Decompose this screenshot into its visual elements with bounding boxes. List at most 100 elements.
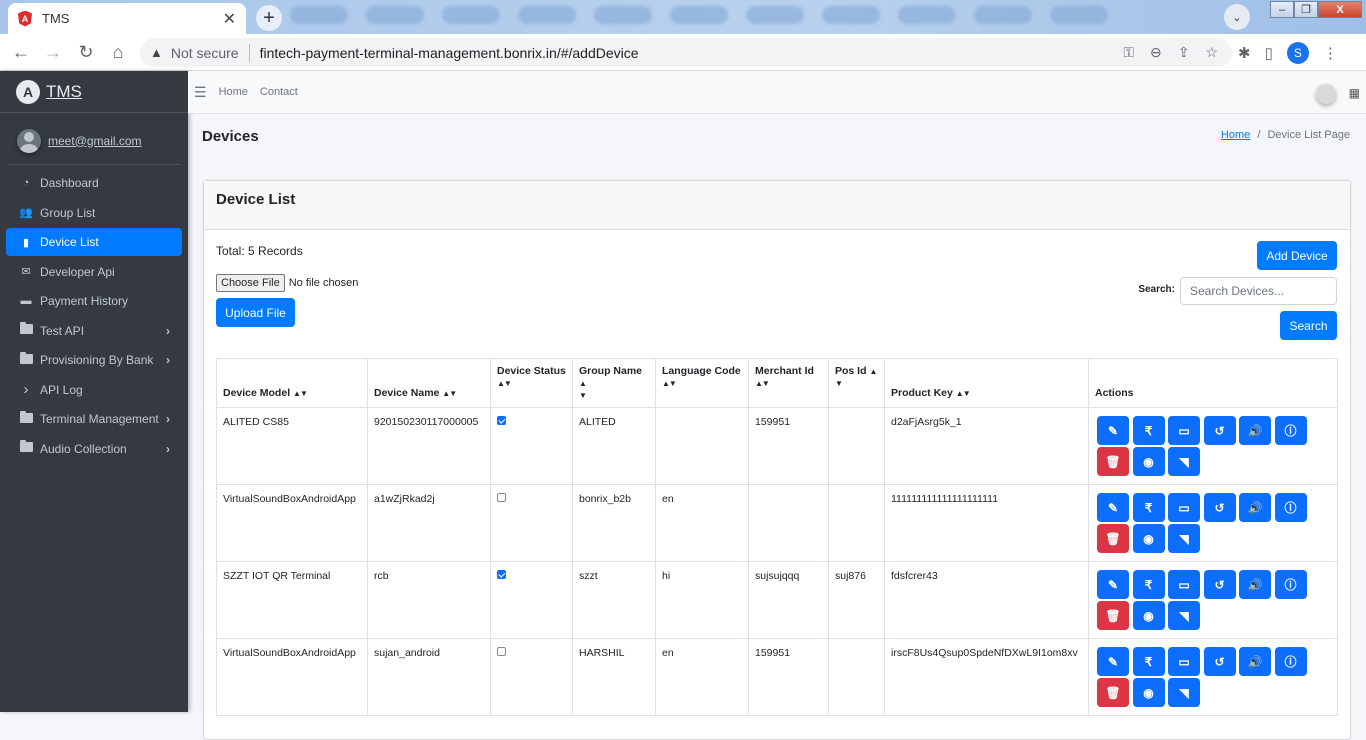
column-header-device-model[interactable]: Device Model ▲▼ xyxy=(216,358,368,408)
sort-icon[interactable]: ▲▼ xyxy=(293,389,308,398)
file-input[interactable]: Choose File No file chosen xyxy=(216,274,358,292)
sort-icon[interactable]: ▲▼ xyxy=(956,389,971,398)
search-input[interactable]: Search Devices... xyxy=(1180,277,1337,305)
address-bar[interactable]: ▲ Not secure fintech-payment-terminal-ma… xyxy=(140,38,1232,67)
rupee-button[interactable]: ₹ xyxy=(1132,493,1165,522)
close-window-button[interactable]: X xyxy=(1318,1,1362,18)
nav-home-link[interactable]: Home xyxy=(219,86,248,98)
brand-link[interactable]: A TMS xyxy=(0,71,188,113)
volume-button[interactable]: 🔊 xyxy=(1239,570,1271,599)
hamburger-menu-icon[interactable]: ☰ xyxy=(194,84,207,101)
apps-grid-icon[interactable]: ▦ xyxy=(1349,86,1360,100)
tab-search-chevron-icon[interactable]: ⌄ xyxy=(1224,4,1250,30)
extensions-icon[interactable]: ✱ xyxy=(1238,44,1251,62)
security-label[interactable]: Not secure xyxy=(171,45,239,61)
rss-button[interactable]: ◥ xyxy=(1168,601,1200,630)
column-header-pos-id[interactable]: Pos Id ▲ ▼ xyxy=(828,358,885,408)
url-text[interactable]: fintech-payment-terminal-management.bonr… xyxy=(260,45,639,61)
background-tabs[interactable] xyxy=(290,6,1170,28)
sidebar-item-payment-history[interactable]: ▬ Payment History xyxy=(6,287,182,315)
rupee-button[interactable]: ₹ xyxy=(1132,647,1165,676)
choose-file-button[interactable]: Choose File xyxy=(216,274,285,292)
add-device-button[interactable]: Add Device xyxy=(1257,241,1337,270)
sidebar-item-provisioning-by-bank[interactable]: Provisioning By Bank › xyxy=(6,346,182,374)
sidebar-item-api-log[interactable]: › API Log xyxy=(6,376,182,404)
column-header-product-key[interactable]: Product Key ▲▼ xyxy=(884,358,1089,408)
info-button[interactable]: ⓘ xyxy=(1274,647,1307,676)
sidebar-item-audio-collection[interactable]: Audio Collection › xyxy=(6,435,182,463)
sort-icon[interactable]: ▲▼ xyxy=(497,379,512,388)
device-status-checkbox[interactable] xyxy=(497,647,506,656)
device-status-checkbox[interactable] xyxy=(497,570,506,579)
column-header-device-name[interactable]: Device Name ▲▼ xyxy=(367,358,491,408)
sidebar-item-device-list[interactable]: ▮ Device List xyxy=(6,228,182,256)
home-icon[interactable]: ⌂ xyxy=(107,41,129,63)
desktop-button[interactable]: ▭ xyxy=(1168,570,1200,599)
info-button[interactable]: ⓘ xyxy=(1274,570,1307,599)
nav-contact-link[interactable]: Contact xyxy=(260,86,298,98)
rss-button[interactable]: ◥ xyxy=(1168,447,1200,476)
side-panel-icon[interactable]: ▯ xyxy=(1265,44,1273,62)
sort-icon[interactable]: ▲▼ xyxy=(755,379,770,388)
breadcrumb-home-link[interactable]: Home xyxy=(1221,129,1250,141)
eye-button[interactable]: ◉ xyxy=(1132,678,1165,707)
brand-name[interactable]: TMS xyxy=(46,82,82,102)
history-button[interactable]: ↺ xyxy=(1203,416,1236,445)
column-header-device-status[interactable]: Device Status ▲▼ xyxy=(490,358,573,408)
user-email-link[interactable]: meet@gmail.com xyxy=(48,134,142,148)
rupee-button[interactable]: ₹ xyxy=(1132,570,1165,599)
column-header-language-code[interactable]: Language Code ▲▼ xyxy=(655,358,749,408)
volume-button[interactable]: 🔊 xyxy=(1239,493,1271,522)
close-tab-icon[interactable]: ✕ xyxy=(223,9,236,29)
sidebar-item-dashboard[interactable]: ◔ Dashboard xyxy=(6,169,182,197)
history-button[interactable]: ↺ xyxy=(1203,647,1236,676)
edit-button[interactable]: ✎ xyxy=(1097,493,1129,522)
device-status-checkbox[interactable] xyxy=(497,493,506,502)
rss-button[interactable]: ◥ xyxy=(1168,524,1200,553)
share-icon[interactable]: ⇪ xyxy=(1178,44,1190,61)
trash-button[interactable]: 🗑 xyxy=(1097,524,1129,553)
edit-button[interactable]: ✎ xyxy=(1097,416,1129,445)
info-button[interactable]: ⓘ xyxy=(1274,493,1307,522)
sidebar-item-group-list[interactable]: 👥 Group List xyxy=(6,199,182,227)
trash-button[interactable]: 🗑 xyxy=(1097,447,1129,476)
key-icon[interactable]: ⚿ xyxy=(1123,44,1134,61)
user-avatar-icon[interactable] xyxy=(1316,84,1336,104)
kebab-menu-icon[interactable]: ⋮ xyxy=(1323,44,1338,62)
reload-icon[interactable]: ↻ xyxy=(75,41,97,63)
eye-button[interactable]: ◉ xyxy=(1132,447,1165,476)
sort-icon[interactable]: ▲▼ xyxy=(662,379,677,388)
restore-button[interactable]: ❐ xyxy=(1294,1,1318,18)
rss-button[interactable]: ◥ xyxy=(1168,678,1200,707)
sort-icon[interactable]: ▲▼ xyxy=(442,389,457,398)
new-tab-button[interactable]: + xyxy=(256,5,282,31)
desktop-button[interactable]: ▭ xyxy=(1168,493,1200,522)
eye-button[interactable]: ◉ xyxy=(1132,524,1165,553)
profile-avatar[interactable]: S xyxy=(1286,42,1309,64)
sidebar-item-terminal-management[interactable]: Terminal Management › xyxy=(6,405,182,433)
edit-button[interactable]: ✎ xyxy=(1097,570,1129,599)
device-status-checkbox[interactable] xyxy=(497,416,506,425)
minimize-button[interactable]: – xyxy=(1270,1,1294,18)
forward-arrow-icon[interactable]: → xyxy=(42,41,64,63)
column-header-group-name[interactable]: Group Name ▲ ▼ xyxy=(572,358,656,408)
desktop-button[interactable]: ▭ xyxy=(1168,416,1200,445)
desktop-button[interactable]: ▭ xyxy=(1168,647,1200,676)
upload-file-button[interactable]: Upload File xyxy=(216,298,295,327)
rupee-button[interactable]: ₹ xyxy=(1132,416,1165,445)
edit-button[interactable]: ✎ xyxy=(1097,647,1129,676)
trash-button[interactable]: 🗑 xyxy=(1097,678,1129,707)
column-header-merchant-id[interactable]: Merchant Id ▲▼ xyxy=(748,358,829,408)
back-arrow-icon[interactable]: ← xyxy=(10,41,32,63)
sort-icon[interactable]: ▲▼ xyxy=(579,379,587,400)
history-button[interactable]: ↺ xyxy=(1203,570,1236,599)
info-button[interactable]: ⓘ xyxy=(1274,416,1307,445)
sidebar-item-developer-api[interactable]: ✉ Developer Api xyxy=(6,258,182,286)
browser-tab[interactable]: A TMS ✕ xyxy=(8,3,246,34)
volume-button[interactable]: 🔊 xyxy=(1239,647,1271,676)
search-button[interactable]: Search xyxy=(1280,311,1337,340)
star-icon[interactable]: ☆ xyxy=(1205,44,1218,61)
volume-button[interactable]: 🔊 xyxy=(1239,416,1271,445)
history-button[interactable]: ↺ xyxy=(1203,493,1236,522)
trash-button[interactable]: 🗑 xyxy=(1097,601,1129,630)
